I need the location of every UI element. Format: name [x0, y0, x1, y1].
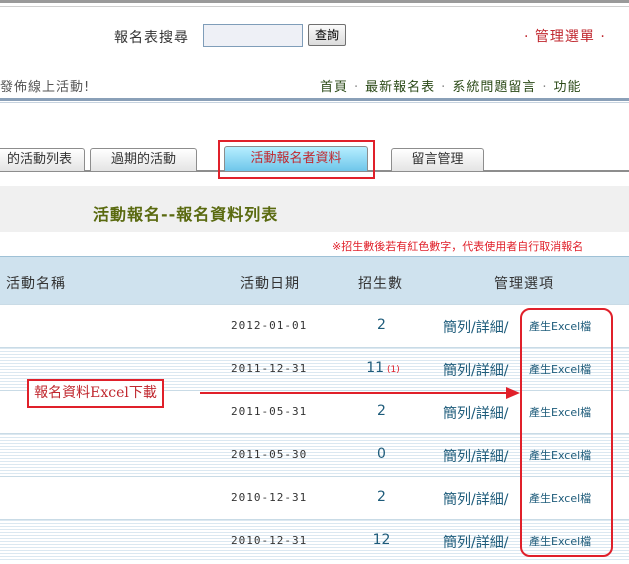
count-value: 0	[377, 446, 386, 462]
enrollment-count: 2	[338, 489, 428, 505]
count-value: 11	[366, 360, 385, 376]
top-border-thin	[0, 6, 629, 7]
list-detail-link[interactable]: 簡列/詳細/	[443, 446, 508, 466]
activity-date: 2010-12-31	[231, 491, 308, 504]
count-value: 2	[377, 403, 386, 419]
list-detail-link[interactable]: 簡列/詳細/	[443, 360, 508, 380]
count-value: 2	[377, 317, 386, 333]
cancel-count: (1)	[387, 365, 400, 375]
activity-date: 2011-05-30	[231, 448, 308, 461]
nav-latest-forms[interactable]: 最新報名表	[365, 80, 435, 95]
enrollment-count: 11 (1)	[338, 360, 428, 376]
main-nav: 首頁 · 最新報名表 · 系統問題留言 · 功能	[320, 76, 629, 95]
cancel-note: ※招生數後若有紅色數字，代表使用者自行取消報名	[332, 240, 584, 253]
search-button[interactable]: 查詢	[308, 24, 346, 46]
activity-date: 2010-12-31	[231, 534, 308, 547]
excel-column-highlight	[520, 308, 613, 557]
list-detail-link[interactable]: 簡列/詳細/	[443, 317, 508, 337]
nav-separator: ·	[542, 80, 548, 95]
page-title: 活動報名--報名資料列表	[93, 205, 279, 224]
annotation-label: 報名資料Excel下載	[27, 379, 164, 408]
nav-functions[interactable]: 功能	[553, 80, 581, 95]
list-detail-link[interactable]: 簡列/詳細/	[443, 532, 508, 552]
nav-feedback[interactable]: 系統問題留言	[452, 80, 536, 95]
search-label: 報名表搜尋	[114, 30, 189, 46]
tab-expired-activities[interactable]: 過期的活動	[90, 148, 197, 171]
banner-text: 發佈線上活動!	[0, 80, 91, 95]
enrollment-count: 2	[338, 317, 428, 333]
search-input[interactable]	[203, 24, 303, 47]
column-enrollment: 招生數	[358, 276, 403, 292]
header-divider-thin	[0, 102, 629, 103]
enrollment-count: 0	[338, 446, 428, 462]
activity-date: 2011-05-31	[231, 405, 308, 418]
column-manage-options: 管理選項	[494, 276, 554, 292]
top-border	[0, 0, 629, 3]
table-header: 活動名稱 活動日期 招生數 管理選項	[0, 256, 629, 304]
activity-date: 2012-01-01	[231, 319, 308, 332]
list-detail-link[interactable]: 簡列/詳細/	[443, 403, 508, 423]
header-divider	[0, 98, 629, 101]
count-value: 12	[372, 532, 391, 548]
tab-activity-list[interactable]: 的活動列表	[0, 148, 85, 171]
nav-separator: ·	[441, 80, 447, 95]
activity-date: 2011-12-31	[231, 362, 308, 375]
admin-menu-link[interactable]: · 管理選單 ·	[524, 26, 606, 46]
enrollment-count: 12	[338, 532, 428, 548]
nav-separator: ·	[354, 80, 360, 95]
column-activity-date: 活動日期	[240, 276, 300, 292]
column-activity-name: 活動名稱	[6, 276, 66, 292]
count-value: 2	[377, 489, 386, 505]
list-detail-link[interactable]: 簡列/詳細/	[443, 489, 508, 509]
enrollment-count: 2	[338, 403, 428, 419]
active-tab-highlight	[218, 140, 375, 179]
nav-home[interactable]: 首頁	[320, 80, 348, 95]
tab-message-management[interactable]: 留言管理	[391, 148, 484, 171]
